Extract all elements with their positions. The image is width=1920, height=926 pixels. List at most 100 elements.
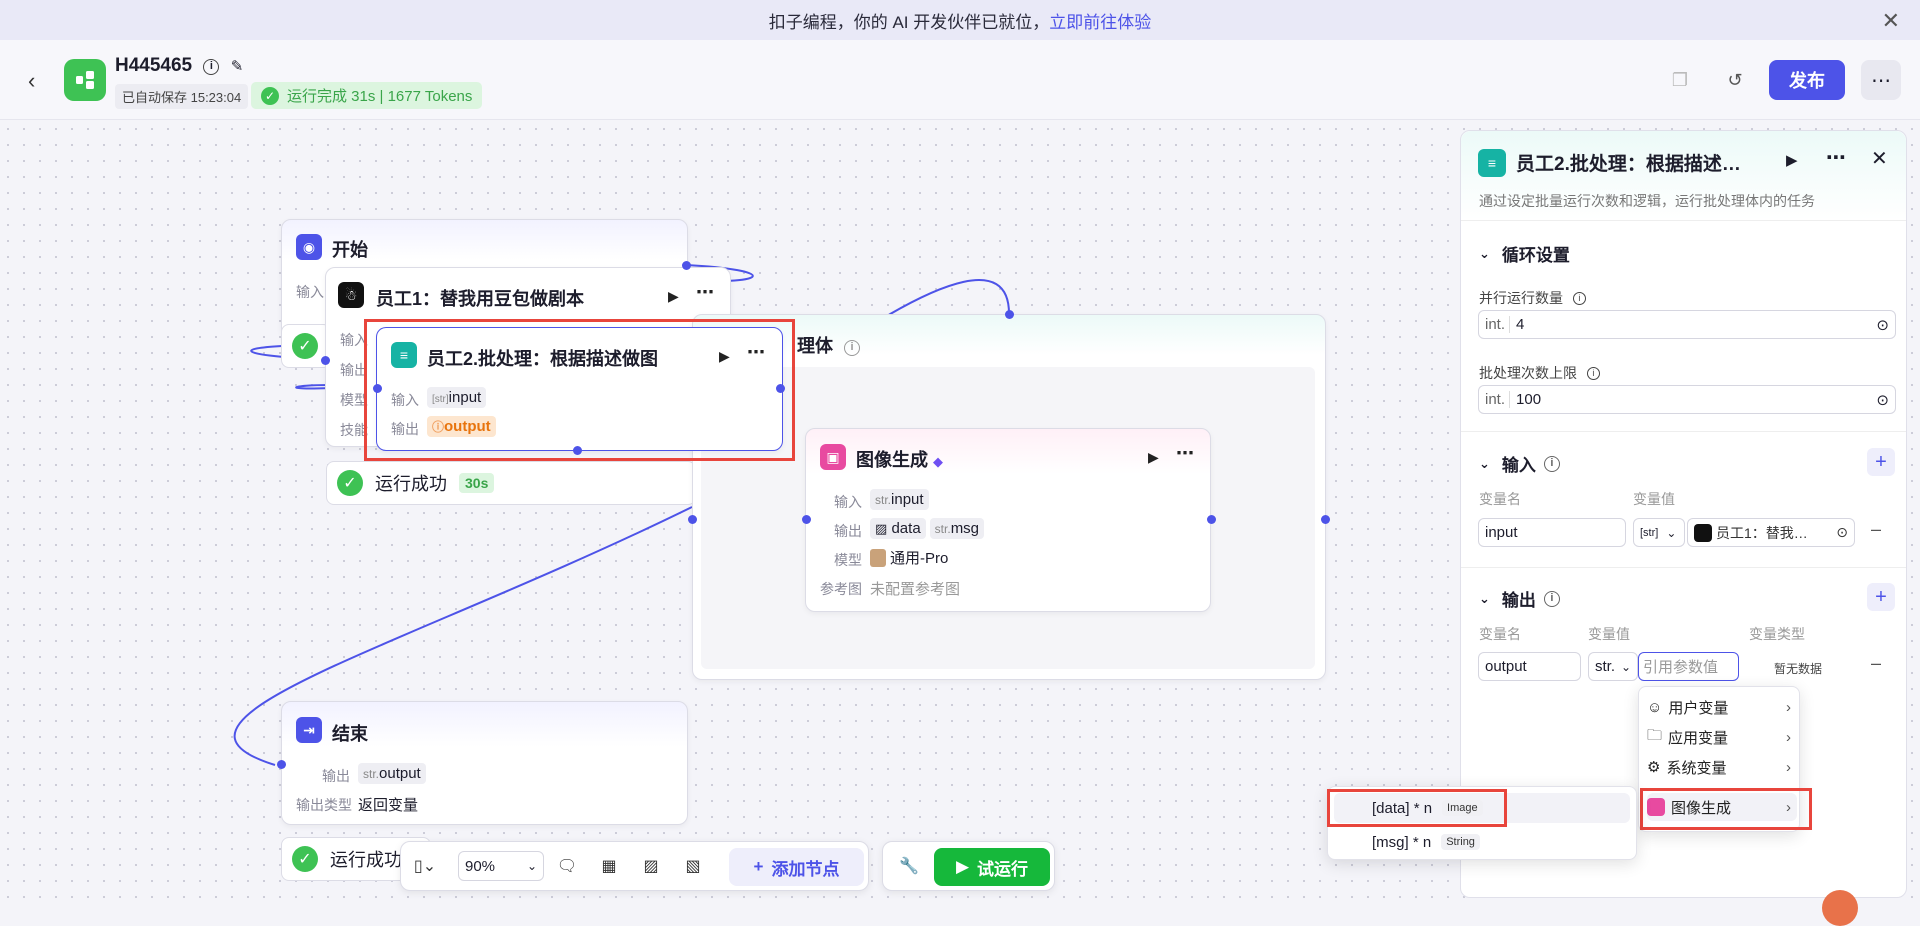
play-icon: ▶ <box>955 857 970 876</box>
image-gen-input-var: input <box>891 491 924 508</box>
info-icon[interactable]: i <box>1572 292 1586 305</box>
type-tag: int. <box>1485 316 1511 333</box>
port[interactable] <box>688 515 697 524</box>
menu-item-user-vars[interactable]: ☺ 用户变量 › <box>1647 693 1797 721</box>
menu-item-label: 系统变量 <box>1666 759 1727 777</box>
port[interactable] <box>1005 310 1014 319</box>
info-icon[interactable]: i <box>844 340 861 356</box>
assistant-avatar[interactable] <box>1822 890 1858 926</box>
port[interactable] <box>277 760 286 769</box>
variable-icon[interactable]: ⊙ <box>1876 391 1889 409</box>
batch-limit-input[interactable]: int. 100 ⊙ <box>1478 385 1896 414</box>
type-tag: str. <box>363 767 380 781</box>
remove-input-icon[interactable]: – <box>1871 519 1881 540</box>
parallel-label-text: 并行运行数量 <box>1479 290 1563 306</box>
menu-item-app-vars[interactable]: 🗀 应用变量 › <box>1647 723 1797 751</box>
employee2-batch-node[interactable]: ≡ 员工2.批处理：根据描述做图 ▶ ⋯ 输入 [str]input 输出 ⓘo… <box>376 327 783 451</box>
image-gen-submenu: [data] * n Image [msg] * n String <box>1327 786 1637 860</box>
submenu-item-msg[interactable]: [msg] * n String <box>1334 827 1630 857</box>
type-tag: str. <box>934 522 951 536</box>
comment-icon[interactable]: 🗨 <box>553 852 581 880</box>
port[interactable] <box>373 384 382 393</box>
type-tag: [str] <box>432 394 449 405</box>
zoom-select[interactable]: 90% ⌄ <box>458 851 544 881</box>
image-gen-output-label: 输出 <box>834 523 862 539</box>
end-output-var: output <box>379 765 421 782</box>
employee2-input-label: 输入 <box>391 392 419 408</box>
wrench-icon[interactable]: 🔧 <box>895 852 923 880</box>
chevron-right-icon: › <box>1786 728 1791 746</box>
image-icon[interactable]: ▨ <box>637 852 665 880</box>
input-section[interactable]: ⌄ 输入 i <box>1479 451 1560 476</box>
run-node-icon[interactable]: ▶ <box>719 348 730 365</box>
run-node-icon[interactable]: ▶ <box>1786 151 1798 169</box>
employee1-label: 输入 <box>340 332 368 348</box>
add-node-button[interactable]: + 添加节点 <box>729 848 864 886</box>
input-name-field[interactable]: input <box>1478 518 1626 547</box>
end-node[interactable]: ⇥ 结束 输出 str.output 输出类型 返回变量 <box>281 701 688 825</box>
end-title: 结束 <box>332 724 368 744</box>
layout-icon[interactable]: ▦ <box>595 852 623 880</box>
minimap-icon[interactable]: ▧ <box>679 852 707 880</box>
zoom-value: 90% <box>465 857 496 875</box>
node-more-icon[interactable]: ⋯ <box>1176 443 1195 464</box>
output-section[interactable]: ⌄ 输出 i <box>1479 586 1560 611</box>
col-varvalue: 变量值 <box>1633 491 1675 507</box>
employee1-label: 模型 <box>340 392 368 408</box>
robot-icon: ☃ <box>338 282 364 308</box>
type-tag: Image <box>1442 800 1483 816</box>
type-tag: int. <box>1485 391 1511 408</box>
port[interactable] <box>776 384 785 393</box>
loop-section-title: 循环设置 <box>1501 246 1570 265</box>
port[interactable] <box>1321 515 1330 524</box>
submenu-item-data[interactable]: [data] * n Image <box>1334 793 1630 823</box>
parallel-count-input[interactable]: int. 4 ⊙ <box>1478 310 1896 339</box>
info-icon[interactable]: i <box>1543 455 1560 472</box>
node-more-icon[interactable]: ⋯ <box>747 342 766 363</box>
input-type-select[interactable]: [str] ⌄ <box>1633 518 1685 547</box>
end-otype: 返回变量 <box>358 797 419 814</box>
employee2-title: 员工2.批处理：根据描述做图 <box>427 349 659 369</box>
output-ref-input[interactable]: 引用参数值 <box>1638 652 1739 681</box>
chevron-down-icon: ⌄ <box>1666 525 1677 540</box>
run-node-icon[interactable]: ▶ <box>1148 449 1159 466</box>
add-output-button[interactable]: + <box>1867 583 1895 611</box>
close-panel-icon[interactable]: ✕ <box>1871 146 1888 171</box>
port[interactable] <box>1207 515 1216 524</box>
end-output-label: 输出 <box>322 768 350 784</box>
menu-item-image-gen[interactable]: 图像生成 › <box>1647 793 1797 821</box>
panel-more-icon[interactable]: ⋯ <box>1826 145 1846 170</box>
add-input-button[interactable]: + <box>1867 448 1895 476</box>
node-more-icon[interactable]: ⋯ <box>696 282 715 303</box>
chevron-right-icon: › <box>1786 758 1791 776</box>
port[interactable] <box>573 446 582 455</box>
output-type-select[interactable]: str. ⌄ <box>1588 652 1638 681</box>
output-name-field[interactable]: output <box>1478 652 1581 681</box>
mouse-icon[interactable]: ▯⌄ <box>411 852 439 880</box>
remove-output-icon[interactable]: – <box>1871 653 1881 674</box>
menu-item-system-vars[interactable]: ⚙ 系统变量 › <box>1647 753 1797 781</box>
employee2-output-var: output <box>444 418 491 435</box>
info-icon[interactable]: i <box>1543 590 1560 607</box>
image-generation-node[interactable]: ▣ 图像生成 ◆ ▶ ⋯ 输入 str.input 输出 ▨ data str.… <box>805 428 1211 612</box>
test-run-button[interactable]: ▶ 试运行 <box>934 848 1050 886</box>
info-icon[interactable]: i <box>1586 367 1600 380</box>
chevron-down-icon: ⌄ <box>1479 455 1490 471</box>
menu-item-label: 用户变量 <box>1668 699 1729 717</box>
port[interactable] <box>321 356 330 365</box>
col-varvalue: 变量值 <box>1588 626 1630 642</box>
panel-title: 员工2.批处理：根据描述… <box>1516 154 1741 175</box>
variable-icon[interactable]: ⊙ <box>1876 316 1889 334</box>
loop-settings-section[interactable]: ⌄ 循环设置 <box>1479 241 1570 266</box>
menu-item-label: 图像生成 <box>1671 799 1732 817</box>
variable-icon[interactable]: ⊙ <box>1836 524 1848 541</box>
port[interactable] <box>682 261 691 270</box>
duration-badge: 30s <box>459 473 495 493</box>
menu-item-label: 应用变量 <box>1668 729 1729 747</box>
col-varname: 变量名 <box>1479 491 1521 507</box>
port[interactable] <box>802 515 811 524</box>
model-avatar-icon <box>870 548 886 567</box>
type-tag: String <box>1441 834 1480 850</box>
input-ref-field[interactable]: 员工1：替我… ⊙ <box>1687 518 1855 547</box>
run-node-icon[interactable]: ▶ <box>668 288 679 305</box>
